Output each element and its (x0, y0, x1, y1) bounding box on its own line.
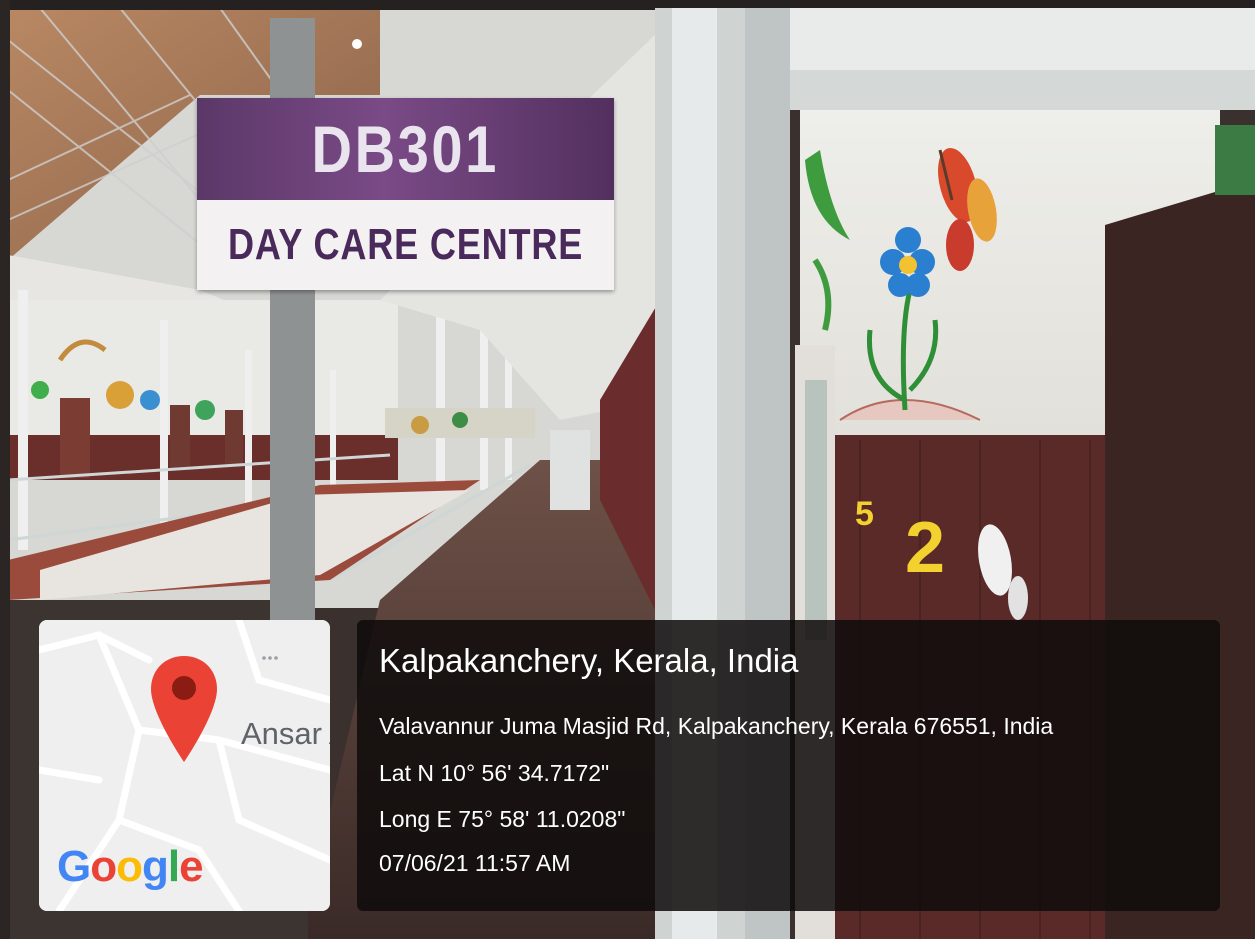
map-place-label: Ansar A (241, 716, 330, 751)
room-sign-code-band: DB301 (197, 98, 614, 200)
room-code: DB301 (311, 112, 500, 186)
location-address: Valavannur Juma Masjid Rd, Kalpakanchery… (379, 713, 1054, 739)
room-name: DAY CARE CENTRE (227, 220, 584, 269)
svg-text:5: 5 (855, 495, 874, 533)
wall-number-decal: 2 (905, 508, 945, 588)
location-pin-icon (151, 656, 217, 762)
room-sign-name-band: DAY CARE CENTRE (197, 200, 614, 290)
room-sign: DB301 DAY CARE CENTRE (197, 98, 614, 290)
location-city: Kalpakanchery, Kerala, India (379, 642, 799, 679)
google-logo: Google (57, 842, 204, 891)
geotag-info-panel: Kalpakanchery, Kerala, India Valavannur … (357, 620, 1220, 911)
longitude-text: Long E 75° 58' 11.0208" (379, 806, 626, 832)
map-thumbnail[interactable]: Ansar A Google (39, 620, 330, 911)
timestamp-text: 07/06/21 11:57 AM (379, 850, 571, 876)
latitude-text: Lat N 10° 56' 34.7172" (379, 760, 610, 786)
